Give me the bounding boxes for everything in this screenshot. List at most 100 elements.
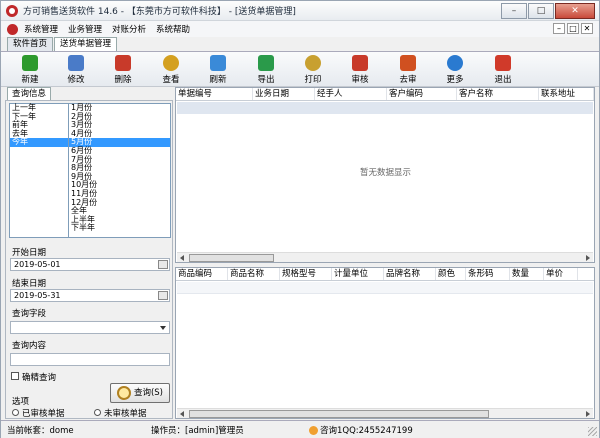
- status-bar: 当前帐套：dome 操作员：[admin]管理员 咨询1QQ:245524719…: [1, 420, 599, 438]
- horizontal-scrollbar[interactable]: [177, 252, 593, 262]
- minimize-button[interactable]: –: [501, 3, 527, 19]
- more-button[interactable]: 更多: [438, 54, 472, 86]
- menu-bar: 系统管理 业务管理 对账分析 系统帮助 – □ ✕: [1, 21, 599, 37]
- scroll-right-icon[interactable]: [586, 255, 590, 261]
- column-header[interactable]: 业务日期: [253, 88, 315, 100]
- query-content-label: 查询内容: [12, 341, 47, 351]
- unaudited-label: 未审核单据: [104, 409, 147, 419]
- unaudited-radio[interactable]: [94, 409, 101, 416]
- horizontal-scrollbar[interactable]: [177, 408, 593, 418]
- query-info-tab[interactable]: 查询信息: [7, 87, 52, 101]
- selected-row[interactable]: [177, 102, 593, 114]
- exact-query-label: 确精查询: [22, 373, 57, 383]
- table-row[interactable]: [177, 282, 593, 294]
- list-item[interactable]: 今年: [10, 138, 68, 147]
- export-button[interactable]: 导出: [249, 54, 283, 86]
- main-window: 方可销售送货软件 14.6 - 【东莞市方可软件科技】 - [送货单据管理] –…: [0, 0, 600, 438]
- export-icon: [258, 55, 274, 71]
- scroll-right-icon[interactable]: [586, 411, 590, 417]
- calendar-icon[interactable]: [158, 260, 168, 269]
- column-header[interactable]: 品牌名称: [384, 268, 436, 280]
- column-header[interactable]: 颜色: [436, 268, 466, 280]
- app-logo-icon: [6, 4, 18, 17]
- column-header[interactable]: 客户编码: [387, 88, 457, 100]
- scroll-left-icon[interactable]: [180, 411, 184, 417]
- add-icon: [22, 55, 38, 71]
- query-button[interactable]: 查询(S): [110, 383, 170, 403]
- resize-grip[interactable]: [588, 427, 597, 436]
- exit-icon: [495, 55, 511, 71]
- maximize-button[interactable]: □: [528, 3, 554, 19]
- search-icon: [117, 386, 131, 400]
- empty-message: 暂无数据显示: [360, 168, 412, 178]
- delivery-order-grid[interactable]: 单据编号 业务日期 经手人 客户编码 客户名称 联系地址 暂无数据显示: [175, 87, 595, 263]
- print-icon: [305, 55, 321, 71]
- column-header[interactable]: 联系地址: [539, 88, 594, 100]
- edit-icon: [68, 55, 84, 71]
- new-button[interactable]: 新建: [13, 54, 47, 86]
- start-date-field[interactable]: 2019-05-01: [10, 258, 170, 271]
- menu-reconcile[interactable]: 对账分析: [112, 23, 146, 35]
- query-panel: 查询信息 上一年 下一年 前年 去年 今年 1月份 2月份 3月份 4月份 5月…: [5, 87, 173, 419]
- calendar-icon[interactable]: [158, 291, 168, 300]
- column-header[interactable]: 规格型号: [280, 268, 332, 280]
- column-header[interactable]: 条形码: [466, 268, 510, 280]
- toolbar: 新建 修改 删除 查看 刷新 导出 打印 审核 去审 更多 退出: [1, 51, 599, 87]
- unaudit-icon: [400, 55, 416, 71]
- product-detail-grid[interactable]: 商品编码 商品名称 规格型号 计量单位 品牌名称 颜色 条形码 数量 单价: [175, 267, 595, 419]
- list-item[interactable]: 下半年: [69, 224, 170, 233]
- column-header[interactable]: 商品编码: [176, 268, 228, 280]
- qq-icon: [309, 426, 318, 435]
- menu-business[interactable]: 业务管理: [68, 23, 102, 35]
- view-button[interactable]: 查看: [154, 54, 188, 86]
- view-icon: [163, 55, 179, 71]
- refresh-icon: [210, 55, 226, 71]
- chevron-down-icon: [160, 326, 166, 330]
- month-list[interactable]: 1月份 2月份 3月份 4月份 5月份 6月份 7月份 8月份 9月份 10月份…: [68, 103, 171, 238]
- audited-label: 已审核单据: [22, 409, 65, 419]
- mdi-close-button[interactable]: ✕: [581, 23, 593, 34]
- options-label: 选项: [12, 397, 30, 407]
- audited-radio[interactable]: [12, 409, 19, 416]
- start-date-label: 开始日期: [12, 248, 47, 258]
- more-icon: [447, 55, 463, 71]
- title-bar: 方可销售送货软件 14.6 - 【东莞市方可软件科技】 - [送货单据管理] –…: [1, 1, 599, 21]
- scroll-left-icon[interactable]: [180, 255, 184, 261]
- column-header[interactable]: 计量单位: [332, 268, 384, 280]
- query-field-label: 查询字段: [12, 309, 47, 319]
- edit-button[interactable]: 修改: [59, 54, 93, 86]
- window-title: 方可销售送货软件 14.6 - 【东莞市方可软件科技】 - [送货单据管理]: [23, 7, 296, 17]
- refresh-button[interactable]: 刷新: [201, 54, 235, 86]
- tab-home[interactable]: 软件首页: [7, 37, 54, 51]
- qq-contact[interactable]: 咨询1QQ:2455247199: [309, 424, 413, 436]
- end-date-field[interactable]: 2019-05-31: [10, 289, 170, 302]
- exit-button[interactable]: 退出: [486, 54, 520, 86]
- unaudit-button[interactable]: 去审: [391, 54, 425, 86]
- tab-delivery-management[interactable]: 送货单据管理: [54, 37, 118, 51]
- query-field-select[interactable]: [10, 321, 170, 334]
- mdi-restore-button[interactable]: □: [567, 23, 579, 34]
- column-header[interactable]: 单据编号: [176, 88, 253, 100]
- menu-help[interactable]: 系统帮助: [156, 23, 190, 35]
- mdi-minimize-button[interactable]: –: [553, 23, 565, 34]
- column-header[interactable]: 经手人: [315, 88, 387, 100]
- year-list[interactable]: 上一年 下一年 前年 去年 今年: [9, 103, 69, 238]
- delete-icon: [115, 55, 131, 71]
- close-button[interactable]: ✕: [555, 3, 595, 19]
- column-header[interactable]: 单价: [544, 268, 578, 280]
- account-status: 当前帐套：dome: [7, 426, 74, 436]
- end-date-label: 结束日期: [12, 279, 47, 289]
- delete-button[interactable]: 删除: [106, 54, 140, 86]
- audit-button[interactable]: 审核: [343, 54, 377, 86]
- column-header[interactable]: 商品名称: [228, 268, 280, 280]
- column-header[interactable]: 数量: [510, 268, 544, 280]
- audit-icon: [352, 55, 368, 71]
- exact-query-checkbox[interactable]: [11, 372, 19, 380]
- query-content-input[interactable]: [10, 353, 170, 366]
- scroll-thumb[interactable]: [189, 254, 274, 262]
- column-header[interactable]: 客户名称: [457, 88, 539, 100]
- menu-system[interactable]: 系统管理: [24, 23, 58, 35]
- print-button[interactable]: 打印: [296, 54, 330, 86]
- operator-status: 操作员：[admin]管理员: [151, 426, 244, 436]
- scroll-thumb[interactable]: [189, 410, 489, 418]
